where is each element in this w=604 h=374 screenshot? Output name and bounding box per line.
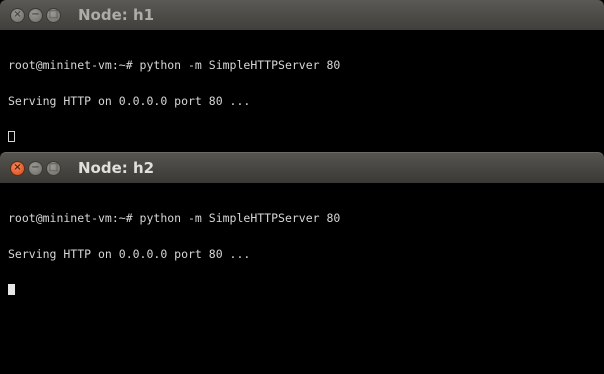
minimize-icon[interactable]: − <box>28 160 43 176</box>
window-controls: × − □ <box>10 160 64 176</box>
terminal-line: Serving HTTP on 0.0.0.0 port 80 ... <box>8 94 251 108</box>
close-icon[interactable]: × <box>10 7 25 23</box>
titlebar[interactable]: × − □ Node: h2 <box>0 152 604 183</box>
terminal-cursor <box>8 284 15 295</box>
terminal-window-h2[interactable]: × − □ Node: h2 root@mininet-vm:~# python… <box>0 152 604 374</box>
terminal-cursor <box>8 131 15 142</box>
titlebar[interactable]: × − □ Node: h1 <box>0 0 604 30</box>
window-title: Node: h1 <box>78 6 155 24</box>
terminal-output[interactable]: root@mininet-vm:~# python -m SimpleHTTPS… <box>0 183 604 320</box>
terminal-output[interactable]: root@mininet-vm:~# python -m SimpleHTTPS… <box>0 30 604 160</box>
terminal-line: root@mininet-vm:~# python -m SimpleHTTPS… <box>8 211 341 225</box>
window-controls: × − □ <box>10 7 64 23</box>
maximize-icon[interactable]: □ <box>46 160 61 176</box>
close-icon[interactable]: × <box>10 160 25 176</box>
terminal-line: root@mininet-vm:~# python -m SimpleHTTPS… <box>8 58 341 72</box>
maximize-icon[interactable]: □ <box>46 7 61 23</box>
window-title: Node: h2 <box>78 159 155 177</box>
minimize-icon[interactable]: − <box>28 7 43 23</box>
terminal-line: Serving HTTP on 0.0.0.0 port 80 ... <box>8 247 251 261</box>
terminal-window-h1[interactable]: × − □ Node: h1 root@mininet-vm:~# python… <box>0 0 604 160</box>
